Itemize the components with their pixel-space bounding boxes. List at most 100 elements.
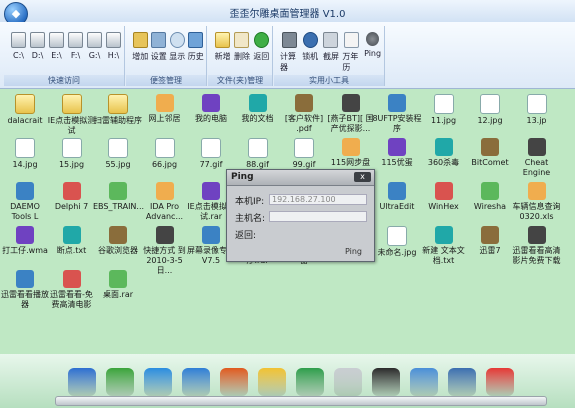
desktop-icon[interactable]: [客户软件] .pdf <box>279 94 329 134</box>
desktop-icon[interactable]: 迅雷7 <box>465 226 515 256</box>
desktop-icon-label: 打工仔.wma <box>2 246 48 255</box>
cd-icon[interactable] <box>334 368 362 396</box>
desktop-icon[interactable]: 115网步盘 <box>326 138 376 168</box>
desktop-icon[interactable]: BitComet <box>465 138 515 168</box>
desktop-icon[interactable]: 网上邻居 <box>140 94 190 124</box>
desktop-icon[interactable]: 12.jpg <box>465 94 515 126</box>
recycle-bin-icon[interactable] <box>106 368 134 396</box>
calendar-icon[interactable] <box>220 368 248 396</box>
lock-button[interactable]: 锁机 <box>301 32 320 73</box>
desktop-icon-label: 11.jpg <box>430 116 457 125</box>
delete-icon <box>234 32 250 48</box>
settings-button[interactable]: 设置 <box>151 32 168 62</box>
search-icon[interactable] <box>410 368 438 396</box>
ip-field[interactable] <box>269 194 367 205</box>
desktop-icon[interactable]: 8UFTP安装程序 <box>372 94 422 134</box>
desktop-icon[interactable]: Cheat Engine <box>512 138 562 178</box>
desktop-icon[interactable]: 77.gif <box>186 138 236 170</box>
wireshark-icon <box>481 182 499 200</box>
xunlei-player-icon <box>16 270 34 288</box>
calendar-button[interactable]: 万年历 <box>342 32 361 73</box>
desktop-icon[interactable]: 88.gif <box>233 138 283 170</box>
desktop-icon-label: BitComet <box>471 158 509 167</box>
folder-icon <box>61 94 82 114</box>
internet-explorer-icon[interactable] <box>144 368 172 396</box>
desktop-icon-label: 网上邻居 <box>148 114 181 123</box>
desktop-icon[interactable]: [燕子BT][ 国产优探影... <box>326 94 376 134</box>
desktop-icon[interactable]: 99.gif <box>279 138 329 170</box>
gear-icon <box>151 32 167 48</box>
rar-icon <box>202 182 220 200</box>
desktop-icon[interactable]: 66.jpg <box>140 138 190 170</box>
desktop-icon[interactable]: 我的电脑 <box>186 94 236 124</box>
cheat-engine-icon <box>527 138 546 156</box>
desktop-icon[interactable]: DAEMO Tools L <box>0 182 50 222</box>
desktop-icon[interactable]: 14.jpg <box>0 138 50 170</box>
desktop-icon[interactable]: 55.jpg <box>93 138 143 170</box>
desktop-icon[interactable]: 新建 文本文档.txt <box>419 226 469 266</box>
desktop-icon-label: 车辆信息查询 0320.xls <box>512 202 561 221</box>
image-icon <box>433 94 454 114</box>
desktop-icon[interactable]: 迅雷看看高清影片免费下载 <box>512 226 562 266</box>
drive-g-button[interactable]: G:\ <box>86 32 103 60</box>
desktop-icon[interactable]: 迅雷看看-免费高清电影 <box>47 270 97 310</box>
calculator-button[interactable]: 计算器 <box>280 32 299 73</box>
desktop-icon[interactable]: 快捷方式 到 2010-3-5日... <box>140 226 190 276</box>
history-button[interactable]: 历史 <box>188 32 205 62</box>
drive-f-button[interactable]: F:\ <box>67 32 84 60</box>
drive-d-button[interactable]: D:\ <box>29 32 46 60</box>
close-icon[interactable]: x <box>354 172 371 182</box>
drive-e-button[interactable]: E:\ <box>48 32 65 60</box>
desktop-icon[interactable]: 车辆信息查询 0320.xls <box>512 182 562 222</box>
desktop-icon-label: 新建 文本文档.txt <box>422 246 465 265</box>
audio-icon <box>16 226 34 244</box>
desktop-icon[interactable]: Wiresha <box>465 182 515 212</box>
desktop-icon[interactable]: UltraEdit <box>372 182 422 212</box>
drive-icon <box>68 32 83 48</box>
delete-button[interactable]: 删除 <box>233 32 250 62</box>
desktop-icon[interactable]: 13.jp <box>512 94 562 126</box>
desktop-icon[interactable]: EBS_TRAIN... <box>93 182 145 212</box>
desktop-icon[interactable]: 谷歌浏览器 <box>93 226 143 256</box>
screenshot-button[interactable]: 截屏 <box>322 32 341 73</box>
desktop-icon[interactable]: 桌面.rar <box>93 270 143 300</box>
desktop-icon[interactable]: 扫雷辅助程序 <box>93 94 143 126</box>
add-note-button[interactable]: 增加 <box>132 32 149 62</box>
desktop-icon[interactable]: 未命名.jpg <box>372 226 422 258</box>
desktop-icon[interactable]: Delphi 7 <box>47 182 97 212</box>
hard-drive-icon[interactable] <box>68 368 96 396</box>
eye-icon <box>169 32 185 48</box>
drive-h-button[interactable]: H:\ <box>105 32 122 60</box>
desktop-icon[interactable]: 15.jpg <box>47 138 97 170</box>
desktop-icon[interactable]: 11.jpg <box>419 94 469 126</box>
desktop-icon-label: EBS_TRAIN... <box>93 202 145 211</box>
desktop-icon[interactable]: 360杀毒 <box>419 138 469 168</box>
desktop-icon[interactable]: 断点.txt <box>47 226 97 256</box>
arrow-icon[interactable] <box>448 368 476 396</box>
desktop-icon[interactable]: 打工仔.wma <box>0 226 50 256</box>
host-field[interactable] <box>269 211 367 222</box>
desktop-icon[interactable]: 115优蛋 <box>372 138 422 168</box>
group-files: 新增 删除 返回 文件(夹)管理 <box>208 26 273 86</box>
ping-button[interactable]: Ping <box>345 247 362 256</box>
terminal-icon[interactable] <box>372 368 400 396</box>
desktop-icon[interactable]: IDA Pro Advanc... <box>140 182 190 222</box>
group-label: 便签管理 <box>126 75 206 86</box>
ping-tool-button[interactable]: Ping <box>363 32 382 73</box>
desktop-icon[interactable]: IE点击模拟测试 <box>47 94 97 136</box>
checkmark-icon[interactable] <box>486 368 514 396</box>
monitor-icon[interactable] <box>182 368 210 396</box>
desktop-icon[interactable]: dalacrait <box>0 94 50 126</box>
drive-icon <box>49 32 64 48</box>
mail-icon[interactable] <box>258 368 286 396</box>
excel-icon[interactable] <box>296 368 324 396</box>
new-file-button[interactable]: 新增 <box>214 32 231 62</box>
desktop-icon[interactable]: 迅雷看看播放器 <box>0 270 50 310</box>
group-label: 快速访问 <box>4 75 124 86</box>
image-icon <box>108 138 128 158</box>
back-button[interactable]: 返回 <box>253 32 270 62</box>
desktop-icon[interactable]: 我的文档 <box>233 94 283 124</box>
drive-c-button[interactable]: C:\ <box>10 32 27 60</box>
desktop-icon[interactable]: WinHex <box>419 182 469 212</box>
show-button[interactable]: 显示 <box>169 32 186 62</box>
